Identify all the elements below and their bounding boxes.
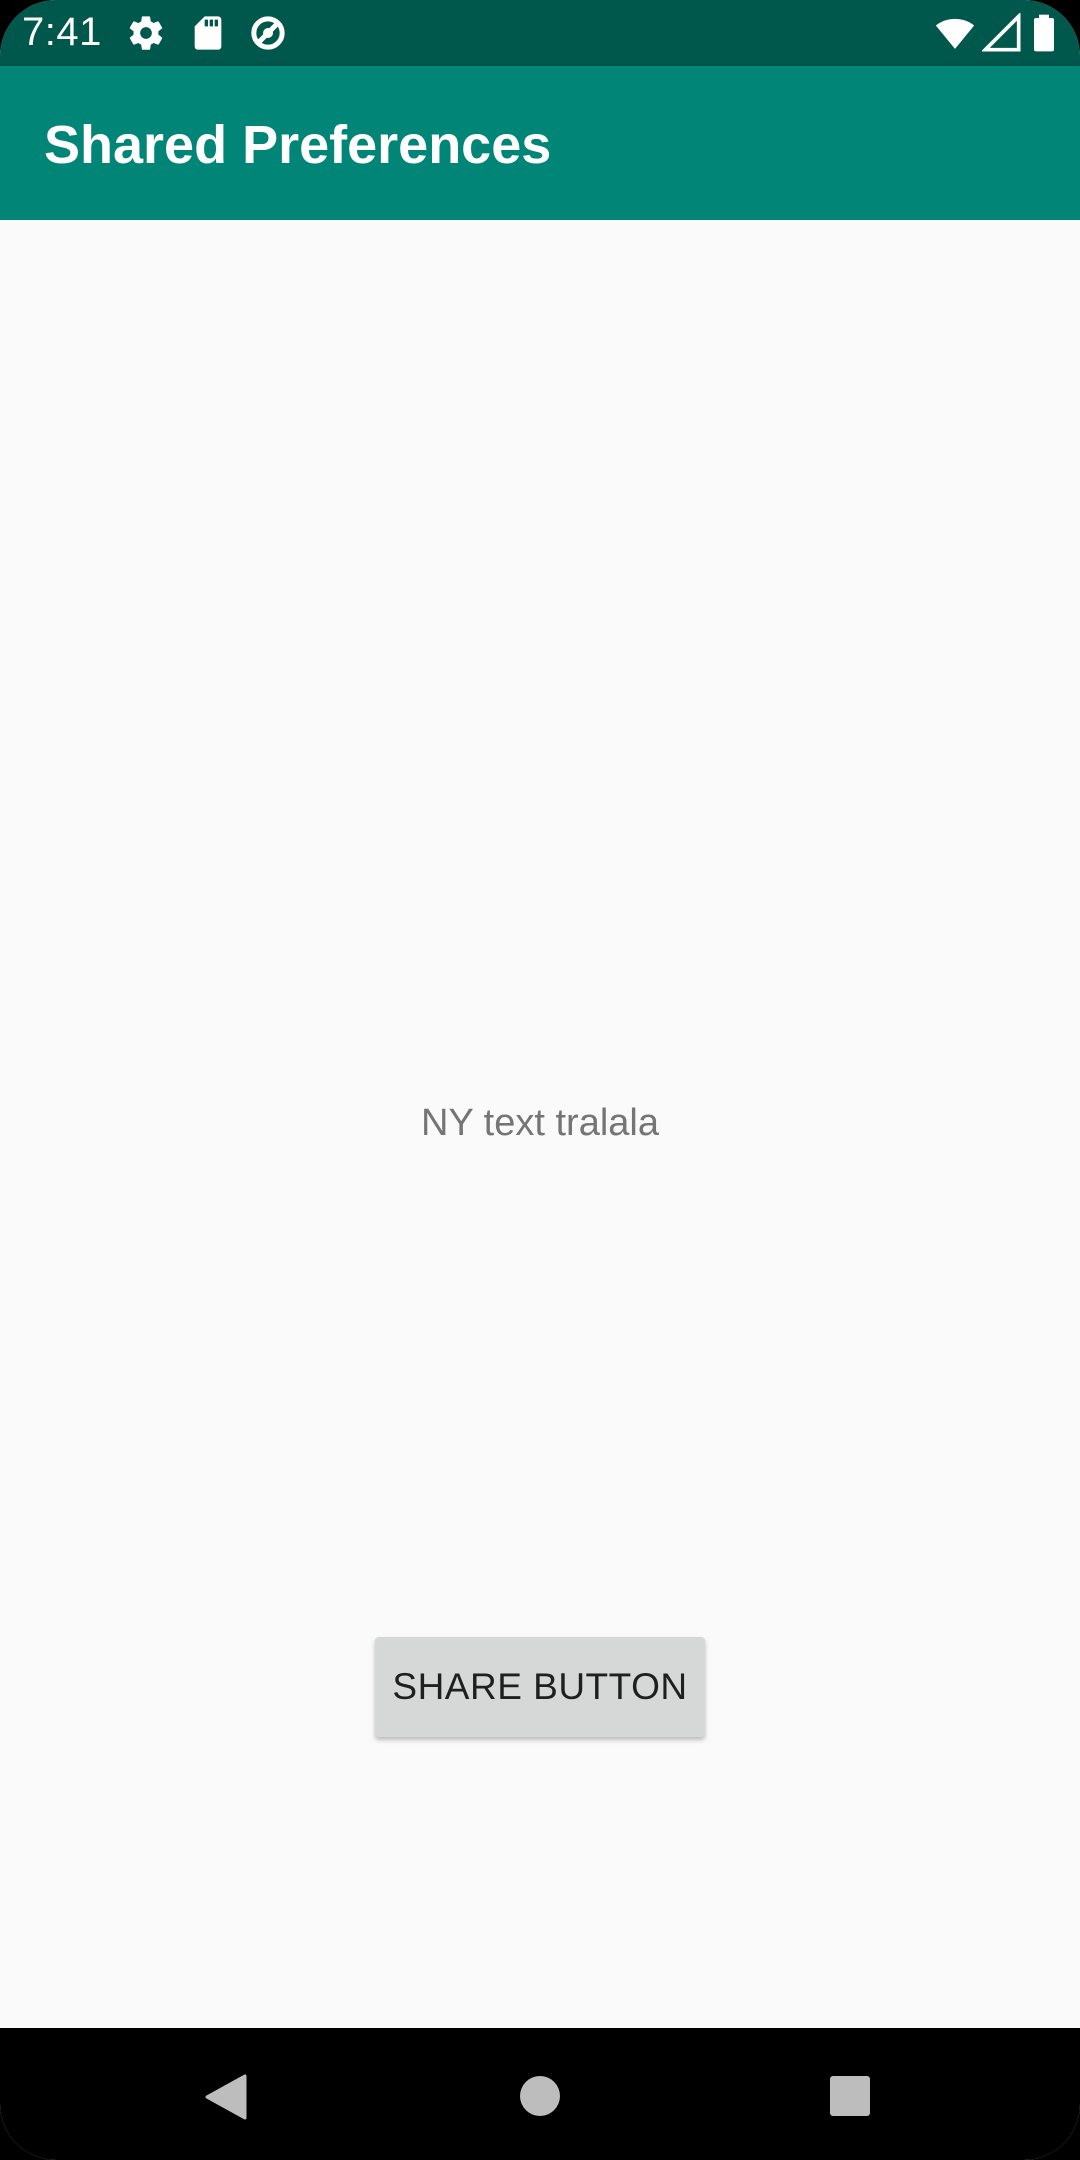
app-title: Shared Preferences — [44, 115, 552, 175]
recents-icon[interactable] — [828, 2074, 872, 2123]
center-text-view: NY text tralala — [421, 1102, 659, 1144]
main-content: NY text tralala SHARE BUTTON — [0, 220, 1080, 2028]
wifi-icon — [934, 13, 975, 53]
navigation-bar — [0, 2028, 1080, 2160]
status-time: 7:41 — [22, 10, 102, 54]
phone-screen: 7:41 Shared Preferences NY text tralala … — [0, 0, 1080, 2160]
share-button-label: SHARE BUTTON — [392, 1666, 688, 1707]
battery-icon — [1030, 13, 1060, 53]
cell-signal-icon — [980, 11, 1022, 53]
sd-card-icon — [188, 13, 228, 53]
gear-icon — [126, 13, 166, 53]
home-icon[interactable] — [518, 2074, 562, 2123]
share-button[interactable]: SHARE BUTTON — [375, 1637, 705, 1737]
back-icon[interactable] — [204, 2074, 248, 2125]
app-bar: Shared Preferences — [0, 66, 1080, 220]
status-bar: 7:41 — [0, 0, 1080, 66]
data-saver-icon — [248, 13, 288, 53]
